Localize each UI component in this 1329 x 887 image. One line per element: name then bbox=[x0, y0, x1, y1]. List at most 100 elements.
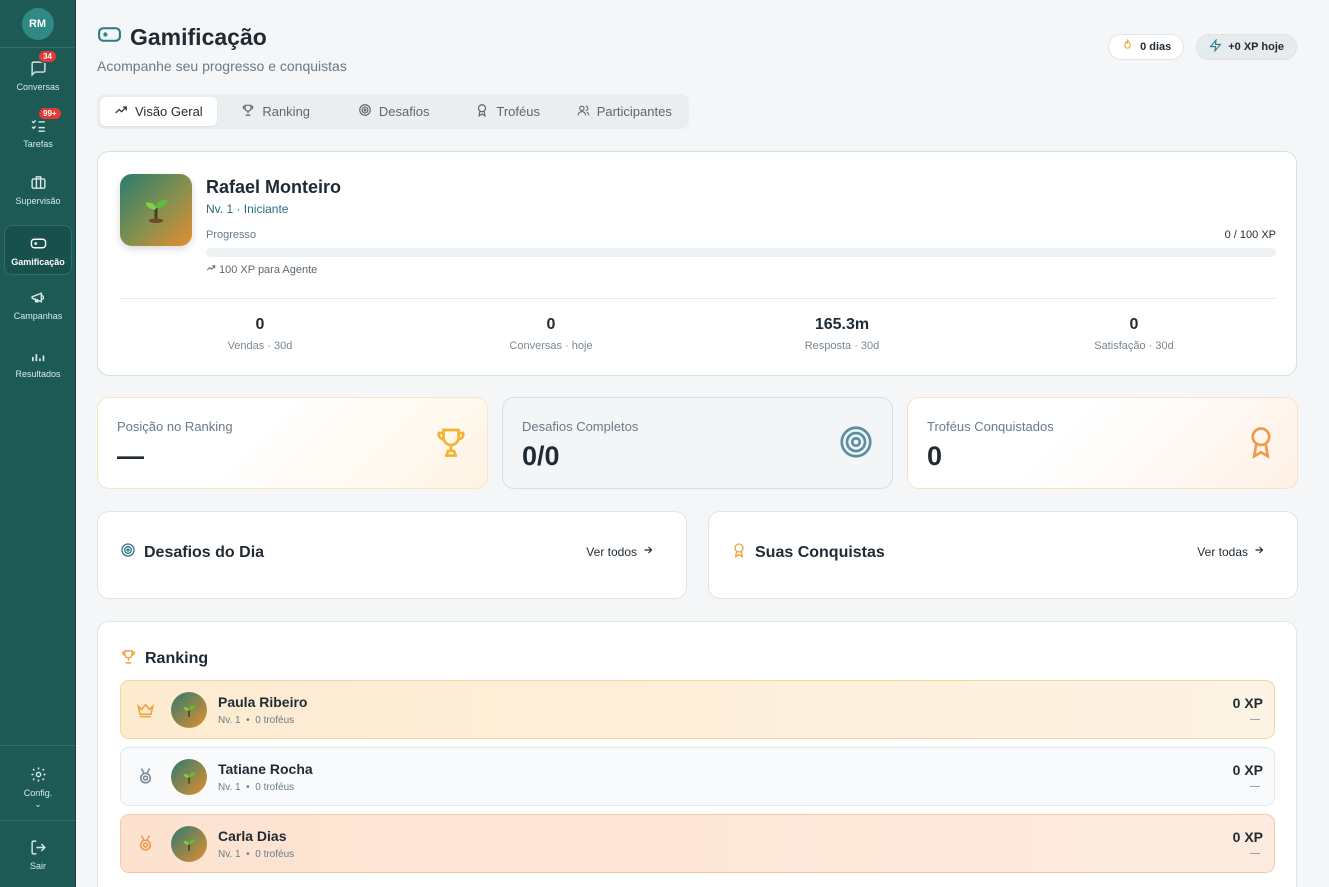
logout-icon bbox=[28, 837, 48, 857]
daily-challenges-title: Desafios do Dia bbox=[120, 542, 264, 563]
stat-label: Vendas · 30d bbox=[227, 340, 293, 352]
tab-bar: Visão Geral Ranking Desafios Troféus Par… bbox=[97, 94, 689, 129]
ranking-row[interactable]: Tatiane Rocha Nv. 1 • 0 troféus 0 XP — bbox=[120, 747, 1275, 806]
tasks-icon: 99+ bbox=[28, 107, 62, 135]
medal-icon bbox=[136, 767, 155, 791]
tab-label: Participantes bbox=[596, 104, 672, 119]
trending-up-icon bbox=[114, 103, 128, 120]
sprout-icon bbox=[139, 191, 173, 230]
avatar bbox=[171, 826, 207, 862]
streak-text: 0 dias bbox=[1140, 41, 1172, 53]
sidebar-item-label: Campanhas bbox=[13, 311, 63, 321]
gamepad-icon bbox=[97, 22, 122, 52]
profile-avatar bbox=[120, 174, 192, 246]
ranking-row[interactable]: Paula Ribeiro Nv. 1 • 0 troféus 0 XP — bbox=[120, 680, 1275, 739]
progress-value: 0 / 100 XP bbox=[1224, 229, 1276, 241]
stat-resposta: 165.3m Resposta · 30d bbox=[702, 316, 982, 352]
award-icon bbox=[1243, 424, 1279, 465]
sidebar-item-label: Conversas bbox=[16, 82, 60, 92]
participant-xp: 0 XP bbox=[1232, 695, 1263, 711]
tab-participantes[interactable]: Participantes bbox=[563, 97, 686, 126]
next-level-text: 100 XP para Agente bbox=[219, 263, 318, 276]
briefcase-icon bbox=[28, 172, 48, 192]
logout-button[interactable]: Sair bbox=[4, 829, 72, 879]
participant-xp: 0 XP bbox=[1232, 762, 1263, 778]
sidebar-item-gamificacao[interactable]: Gamificação bbox=[4, 225, 72, 275]
avatar bbox=[171, 692, 207, 728]
participant-change: — bbox=[1250, 714, 1260, 725]
stat-value: 165.3m bbox=[814, 316, 870, 333]
award-icon bbox=[731, 542, 747, 563]
tab-label: Visão Geral bbox=[135, 104, 203, 119]
page-title: Gamificação bbox=[130, 23, 267, 50]
award-icon bbox=[475, 103, 489, 120]
section-title: Desafios do Dia bbox=[144, 543, 265, 561]
sidebar-item-conversas[interactable]: 34 Conversas bbox=[4, 50, 72, 100]
kpi-label: Desafios Completos bbox=[522, 419, 639, 434]
ranking-row[interactable]: Carla Dias Nv. 1 • 0 troféus 0 XP — bbox=[120, 814, 1275, 873]
view-all-challenges-link[interactable]: Ver todos bbox=[586, 544, 654, 559]
stat-value: 0 bbox=[1129, 316, 1139, 333]
main-content: Gamificação Acompanhe seu progresso e co… bbox=[76, 0, 1329, 887]
stat-value: 0 bbox=[546, 316, 556, 333]
participant-name: Paula Ribeiro bbox=[218, 694, 308, 710]
notification-badge: 99+ bbox=[38, 107, 62, 120]
avatar bbox=[171, 759, 207, 795]
profile-name: Rafael Monteiro bbox=[206, 177, 342, 197]
participant-level: Nv. 1 bbox=[218, 849, 241, 860]
link-label: Ver todos bbox=[586, 544, 637, 559]
avatar[interactable]: RM bbox=[21, 7, 54, 40]
profile-card: Rafael Monteiro Nv. 1 · Iniciante Progre… bbox=[97, 151, 1297, 376]
kpi-value: — bbox=[117, 441, 144, 471]
streak-badge: 0 dias bbox=[1108, 34, 1185, 60]
bar-chart-icon bbox=[28, 345, 48, 365]
header-pills: 0 dias +0 XP hoje bbox=[1108, 34, 1297, 60]
sidebar-item-config[interactable]: Config. ⌄ bbox=[4, 760, 72, 814]
participant-name: Carla Dias bbox=[218, 828, 287, 844]
trophy-icon bbox=[433, 424, 469, 465]
users-icon bbox=[577, 104, 590, 120]
sidebar-item-tarefas[interactable]: 99+ Tarefas bbox=[4, 107, 72, 157]
sidebar-item-campanhas[interactable]: Campanhas bbox=[4, 279, 72, 329]
sidebar-item-label: Tarefas bbox=[23, 139, 53, 149]
chat-icon: 34 bbox=[28, 50, 57, 78]
tab-ranking[interactable]: Ranking bbox=[217, 97, 335, 126]
progress-label: Progresso bbox=[206, 229, 257, 241]
flame-icon bbox=[1121, 38, 1134, 55]
target-icon bbox=[120, 542, 136, 563]
participant-xp: 0 XP bbox=[1232, 829, 1263, 845]
ranking-card: Ranking Paula Ribeiro Nv. 1 • 0 troféus … bbox=[97, 621, 1297, 887]
sidebar-item-label: Supervisão bbox=[15, 196, 61, 206]
megaphone-icon bbox=[28, 287, 48, 307]
kpi-value: 0 bbox=[927, 441, 943, 471]
sidebar-item-resultados[interactable]: Resultados bbox=[4, 337, 72, 387]
page-header: Gamificação Acompanhe seu progresso e co… bbox=[97, 22, 347, 75]
stat-value: 0 bbox=[255, 316, 265, 333]
achievements-card: Suas Conquistas Ver todas bbox=[708, 511, 1298, 599]
tab-visao-geral[interactable]: Visão Geral bbox=[100, 97, 217, 126]
participant-meta: Nv. 1 • 0 troféus bbox=[218, 849, 295, 860]
sidebar-item-label: Gamificação bbox=[11, 257, 65, 267]
target-icon bbox=[358, 103, 372, 120]
sidebar-item-supervisao[interactable]: Supervisão bbox=[4, 164, 72, 214]
arrow-right-icon bbox=[1253, 544, 1265, 559]
tab-label: Troféus bbox=[496, 104, 540, 119]
stat-label: Conversas · hoje bbox=[509, 340, 593, 352]
gear-icon bbox=[28, 764, 48, 784]
trophy-icon bbox=[241, 103, 255, 120]
stat-conversas: 0 Conversas · hoje bbox=[411, 316, 691, 352]
participant-level: Nv. 1 bbox=[218, 782, 241, 793]
kpi-desafios-card: Desafios Completos 0/0 bbox=[502, 397, 893, 489]
kpi-label: Troféus Conquistados bbox=[927, 419, 1054, 434]
notification-badge: 34 bbox=[38, 50, 57, 63]
tab-label: Desafios bbox=[378, 104, 430, 119]
view-all-achievements-link[interactable]: Ver todas bbox=[1197, 544, 1265, 559]
xp-today-badge: +0 XP hoje bbox=[1196, 34, 1297, 60]
participant-name: Tatiane Rocha bbox=[218, 761, 313, 777]
trending-up-icon bbox=[206, 263, 216, 276]
tab-desafios[interactable]: Desafios bbox=[335, 97, 453, 126]
kpi-ranking-card: Posição no Ranking — bbox=[97, 397, 488, 489]
sidebar: RM 34 Conversas 99+ Tarefas Supervisão G… bbox=[0, 0, 76, 887]
target-icon bbox=[838, 424, 874, 465]
tab-trofeus[interactable]: Troféus bbox=[453, 97, 563, 126]
